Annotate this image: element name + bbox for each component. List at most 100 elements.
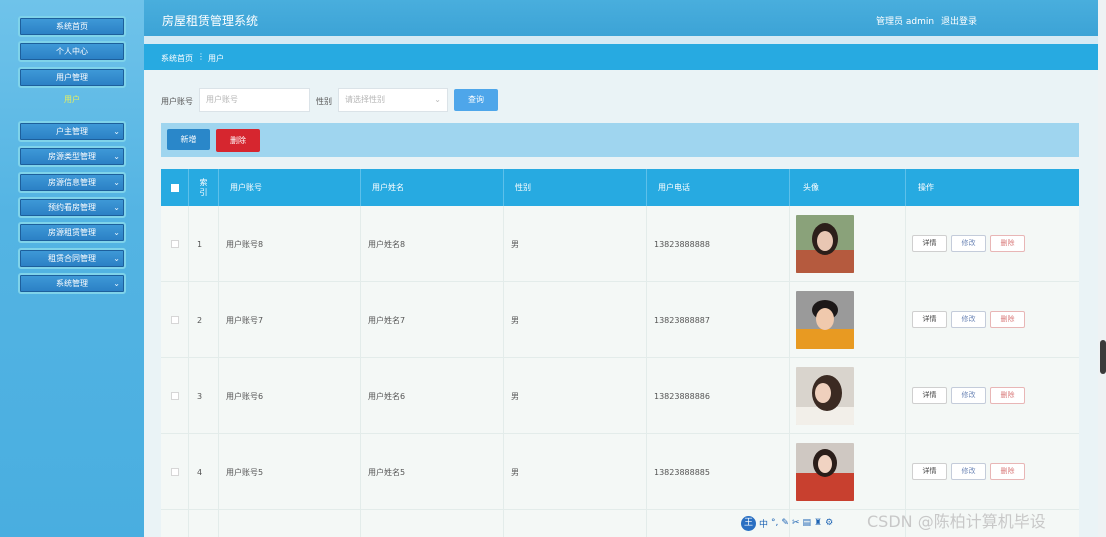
chevron-down-icon: ⌄	[113, 152, 120, 161]
sidebar-item-label: 用户管理	[56, 73, 88, 82]
scrollbar-thumb[interactable]	[1100, 340, 1106, 374]
header-name: 用户姓名	[361, 169, 504, 206]
name-cell: 用户姓名5	[361, 434, 504, 510]
header-gender: 性别	[504, 169, 647, 206]
index-cell	[189, 510, 219, 537]
edit-button[interactable]: 修改	[951, 387, 986, 404]
actions-cell: 详情 修改 删除	[906, 434, 1079, 510]
detail-button[interactable]: 详情	[912, 387, 947, 404]
watermark: CSDN @陈柏计算机毕设	[867, 512, 1046, 531]
sidebar-item-home[interactable]: 系统首页	[18, 16, 126, 37]
table-row: 2 用户账号7 用户姓名7 男 13823888887 详情 修改 删除	[161, 282, 1079, 358]
edit-button[interactable]: 修改	[951, 235, 986, 252]
gender-cell: 男	[504, 358, 647, 434]
phone-cell: 13823888887	[647, 282, 790, 358]
sidebar-item-owner-management[interactable]: 户主管理 ⌄	[18, 121, 126, 142]
row-select-cell	[161, 206, 189, 282]
table-row: 3 用户账号6 用户姓名6 男 13823888886 详情 修改 删除	[161, 358, 1079, 434]
sidebar-item-label: 户主管理	[56, 127, 88, 136]
actions-cell: 详情 修改 删除	[906, 358, 1079, 434]
account-search-input[interactable]: 用户账号	[199, 88, 310, 112]
index-cell: 4	[189, 434, 219, 510]
sidebar-item-lease-contract[interactable]: 租赁合同管理 ⌄	[18, 248, 126, 269]
logout-link[interactable]: 退出登录	[941, 14, 977, 27]
phone-cell: 13823888886	[647, 358, 790, 434]
chevron-down-icon: ⌄	[113, 203, 120, 212]
account-cell: 用户账号7	[219, 282, 361, 358]
sidebar-item-label: 系统首页	[56, 22, 88, 31]
sidebar-item-label: 个人中心	[56, 47, 88, 56]
actions-cell: 详情 修改 删除	[906, 282, 1079, 358]
avatar	[796, 215, 854, 273]
detail-button[interactable]: 详情	[912, 235, 947, 252]
row-delete-button[interactable]: 删除	[990, 387, 1025, 404]
edit-button[interactable]: 修改	[951, 311, 986, 328]
table-header: 索引 用户账号 用户姓名 性别 用户电话 头像 操作	[161, 169, 1079, 206]
detail-button[interactable]: 详情	[912, 311, 947, 328]
sidebar-item-profile[interactable]: 个人中心	[18, 41, 126, 62]
header-account: 用户账号	[219, 169, 361, 206]
select-all-checkbox[interactable]	[170, 183, 179, 192]
sidebar-item-label: 系统管理	[56, 279, 88, 288]
row-checkbox[interactable]	[170, 240, 179, 248]
row-delete-button[interactable]: 删除	[990, 463, 1025, 480]
gender-cell	[504, 510, 647, 537]
ime-toolbar[interactable]: 王 中 °, ✎ ✂ ▤ ♜ ⚙	[741, 514, 833, 532]
name-cell: 用户姓名6	[361, 358, 504, 434]
sidebar: 系统首页 个人中心 用户管理 用户 户主管理 ⌄ 房源类型管理 ⌄ 房源信息管理 ⌄ …	[0, 0, 144, 537]
avatar-cell	[790, 434, 906, 510]
avatar-cell	[790, 282, 906, 358]
phone-cell: 13823888885	[647, 434, 790, 510]
account-label: 用户账号	[161, 97, 193, 106]
header-actions: 操作	[918, 183, 934, 192]
row-checkbox[interactable]	[170, 392, 179, 400]
add-button[interactable]: 新增	[167, 129, 210, 150]
search-button[interactable]: 查询	[454, 89, 498, 111]
main-content: 用户账号 用户账号 性别 请选择性别 ⌄ 查询 新增 删除 索引 用户账号 用户…	[144, 70, 1098, 537]
top-header: 房屋租赁管理系统 管理员 admin 退出登录	[144, 0, 1106, 36]
row-select-cell	[161, 510, 189, 537]
row-delete-button[interactable]: 删除	[990, 235, 1025, 252]
scissors-icon[interactable]: ✂	[792, 518, 800, 528]
keyboard-icon[interactable]: ▤	[802, 518, 811, 528]
ime-logo-icon[interactable]: 王	[741, 515, 756, 531]
scrollbar-track[interactable]	[1098, 0, 1106, 537]
row-delete-button[interactable]: 删除	[990, 311, 1025, 328]
header-select-all[interactable]	[161, 169, 189, 206]
sidebar-item-viewing-appointment[interactable]: 预约看房管理 ⌄	[18, 197, 126, 218]
sidebar-item-user-management[interactable]: 用户管理	[18, 67, 126, 88]
pen-icon[interactable]: ✎	[781, 518, 789, 528]
gender-cell: 男	[504, 434, 647, 510]
sidebar-item-system-management[interactable]: 系统管理 ⌄	[18, 273, 126, 294]
header-divider	[144, 36, 1106, 44]
sidebar-item-house-rental[interactable]: 房源租赁管理 ⌄	[18, 222, 126, 243]
gear-icon[interactable]: ⚙	[825, 518, 833, 528]
sidebar-subitem-user[interactable]: 用户	[18, 92, 126, 108]
breadcrumb-home[interactable]: 系统首页	[161, 53, 193, 64]
actions-cell: 详情 修改 删除	[906, 206, 1079, 282]
row-checkbox[interactable]	[170, 316, 179, 324]
avatar	[796, 367, 854, 425]
account-cell	[219, 510, 361, 537]
sidebar-item-label: 房源类型管理	[48, 152, 96, 161]
current-user: 管理员 admin	[876, 17, 935, 27]
punctuation-icon[interactable]: °,	[771, 518, 778, 528]
account-cell: 用户账号8	[219, 206, 361, 282]
edit-button[interactable]: 修改	[951, 463, 986, 480]
shirt-icon[interactable]: ♜	[814, 518, 822, 528]
sidebar-item-house-info[interactable]: 房源信息管理 ⌄	[18, 172, 126, 193]
row-select-cell	[161, 358, 189, 434]
ime-mode-label[interactable]: 中	[759, 517, 768, 530]
sidebar-item-house-type[interactable]: 房源类型管理 ⌄	[18, 146, 126, 167]
delete-button[interactable]: 删除	[216, 129, 260, 152]
breadcrumb: 系统首页 ⋮ 用户	[144, 44, 1106, 70]
sidebar-item-label: 预约看房管理	[48, 203, 96, 212]
gender-select[interactable]: 请选择性别 ⌄	[338, 88, 448, 112]
row-checkbox[interactable]	[170, 468, 179, 476]
chevron-down-icon: ⌄	[113, 279, 120, 288]
detail-button[interactable]: 详情	[912, 463, 947, 480]
sidebar-item-label: 房源信息管理	[48, 178, 96, 187]
name-cell: 用户姓名8	[361, 206, 504, 282]
chevron-down-icon: ⌄	[113, 254, 120, 263]
index-cell: 1	[189, 206, 219, 282]
